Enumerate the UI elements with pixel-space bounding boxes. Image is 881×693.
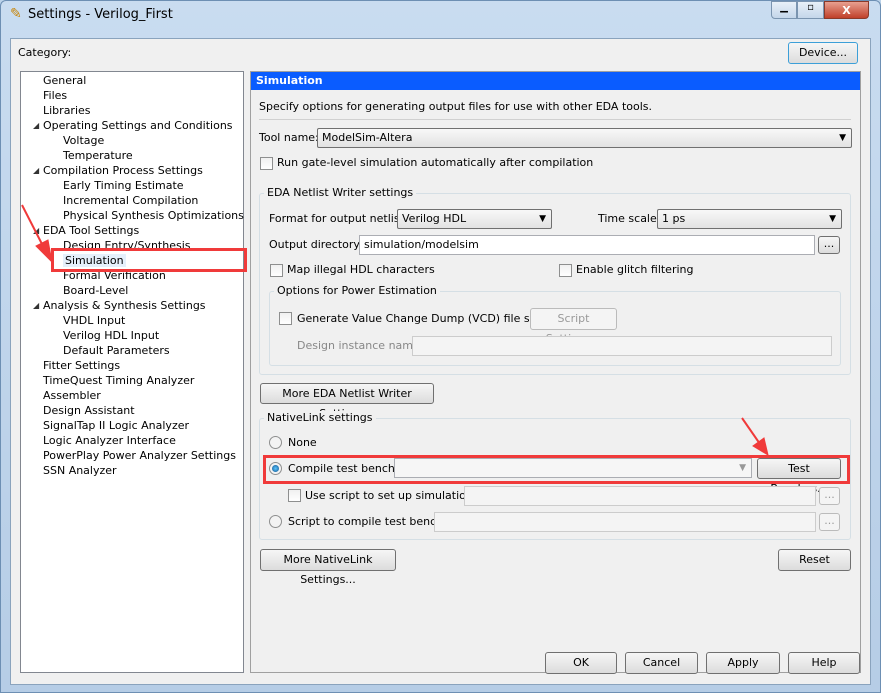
arrow-icon — [21, 204, 769, 457]
annotation-arrows — [21, 204, 769, 457]
